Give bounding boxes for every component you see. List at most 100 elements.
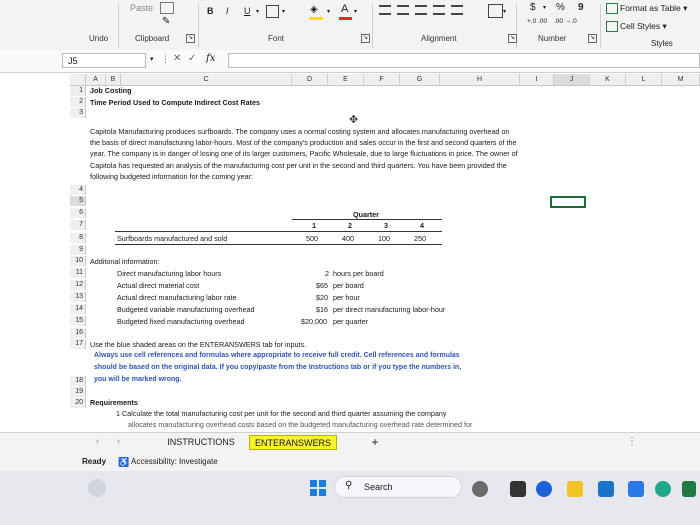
formula-input[interactable] bbox=[228, 53, 700, 68]
percent-button[interactable]: % bbox=[556, 2, 565, 13]
taskbar-search[interactable]: ⚲ Search bbox=[334, 476, 462, 498]
row-header-8[interactable]: 8 bbox=[70, 233, 86, 243]
wrap-text-icon[interactable] bbox=[451, 5, 463, 15]
copy-icon[interactable] bbox=[160, 2, 174, 14]
borders-icon[interactable] bbox=[266, 5, 279, 18]
currency-button[interactable]: $ bbox=[530, 2, 536, 13]
fill-color-icon[interactable]: ◈ bbox=[310, 4, 318, 15]
chevron-down-icon[interactable]: ▾ bbox=[543, 4, 546, 11]
column-header-l[interactable]: L bbox=[626, 74, 662, 85]
row-header-11[interactable]: 11 bbox=[70, 268, 86, 278]
font-launcher-icon[interactable]: ↘ bbox=[361, 34, 370, 43]
add-sheet-button[interactable]: + bbox=[366, 435, 384, 450]
selected-cell[interactable] bbox=[550, 196, 586, 208]
more-tabs-icon[interactable]: ⋮ bbox=[627, 436, 637, 447]
info-value-5: $20,000 bbox=[301, 317, 327, 326]
row-header-18[interactable]: 18 bbox=[70, 376, 86, 386]
underline-button[interactable]: U bbox=[244, 6, 251, 16]
edge-icon[interactable] bbox=[655, 481, 671, 497]
row-header-2[interactable]: 2 bbox=[70, 97, 86, 107]
more-options-icon[interactable]: ⋮ bbox=[161, 54, 170, 65]
widget-icon[interactable] bbox=[472, 481, 488, 497]
column-header-c[interactable]: C bbox=[121, 74, 292, 85]
decrease-decimal-button[interactable]: .00 →.0 bbox=[554, 18, 577, 25]
row-header-15[interactable]: 15 bbox=[70, 316, 86, 326]
app-icon[interactable] bbox=[88, 479, 106, 497]
windows-start-icon[interactable] bbox=[310, 480, 326, 496]
cursor-icon: ✥ bbox=[349, 114, 359, 126]
indent-icon[interactable] bbox=[433, 5, 445, 15]
requirement-1a: 1 Calculate the total manufacturing cost… bbox=[116, 409, 447, 418]
enter-icon[interactable]: ✓ bbox=[188, 53, 196, 64]
row-header-19[interactable]: 19 bbox=[70, 387, 86, 397]
column-header-h[interactable]: H bbox=[440, 74, 520, 85]
chevron-down-icon[interactable]: ▾ bbox=[282, 8, 285, 15]
align-middle-icon[interactable] bbox=[397, 5, 409, 15]
row-header-3[interactable]: 3 bbox=[70, 108, 86, 118]
row-header-6[interactable]: 6 bbox=[70, 208, 86, 218]
excel-icon[interactable] bbox=[682, 481, 696, 497]
cell-styles-icon[interactable] bbox=[606, 21, 618, 32]
clipboard-launcher-icon[interactable]: ↘ bbox=[186, 34, 195, 43]
cell-styles-button[interactable]: Cell Styles ▾ bbox=[620, 21, 667, 32]
chevron-down-icon[interactable]: ▾ bbox=[503, 8, 506, 15]
mail-icon[interactable] bbox=[628, 481, 644, 497]
insert-function-button[interactable]: fx bbox=[206, 53, 215, 64]
align-top-icon[interactable] bbox=[379, 5, 391, 15]
format-as-table-button[interactable]: Format as Table ▾ bbox=[620, 3, 687, 14]
increase-decimal-button[interactable]: +.0 .00 bbox=[527, 18, 547, 25]
italic-button[interactable]: I bbox=[226, 6, 229, 16]
comma-style-button[interactable]: 9 bbox=[578, 2, 584, 13]
row-header-17[interactable]: 17 bbox=[70, 339, 86, 349]
column-header-e[interactable]: E bbox=[328, 74, 364, 85]
status-ready: Ready bbox=[82, 457, 107, 466]
chat-icon[interactable] bbox=[536, 481, 552, 497]
column-header-j[interactable]: J bbox=[554, 74, 590, 85]
tab-enteranswers[interactable]: ENTERANSWERS bbox=[249, 435, 337, 450]
row-header-10[interactable]: 10 bbox=[70, 256, 86, 266]
row-header-7[interactable]: 7 bbox=[70, 220, 86, 230]
column-header-a[interactable]: A bbox=[86, 74, 106, 85]
tab-instructions[interactable]: INSTRUCTIONS bbox=[160, 435, 242, 450]
accessibility-status[interactable]: Accessibility: Investigate bbox=[131, 453, 218, 471]
column-header-m[interactable]: M bbox=[662, 74, 700, 85]
align-bottom-icon[interactable] bbox=[415, 5, 427, 15]
chevron-down-icon[interactable]: ▾ bbox=[327, 8, 330, 15]
row-header-20[interactable]: 20 bbox=[70, 398, 86, 408]
row-header-9[interactable]: 9 bbox=[70, 245, 86, 255]
surfboards-q4: 250 bbox=[414, 234, 426, 243]
row-header-4[interactable]: 4 bbox=[70, 185, 86, 195]
column-header-b[interactable]: B bbox=[106, 74, 121, 85]
merge-center-icon[interactable] bbox=[488, 4, 503, 18]
previous-sheet-icon[interactable]: ‹ bbox=[96, 436, 99, 446]
font-color-icon[interactable]: A bbox=[341, 3, 348, 15]
number-launcher-icon[interactable]: ↘ bbox=[588, 34, 597, 43]
row-header-1[interactable]: 1 bbox=[70, 86, 86, 96]
row-header-5[interactable]: 5 bbox=[70, 196, 86, 206]
cancel-icon[interactable]: ✕ bbox=[173, 53, 181, 64]
quarter-4: 4 bbox=[420, 221, 424, 230]
select-all-corner[interactable] bbox=[70, 74, 86, 86]
row-header-12[interactable]: 12 bbox=[70, 280, 86, 290]
column-header-k[interactable]: K bbox=[590, 74, 626, 85]
alignment-launcher-icon[interactable]: ↘ bbox=[508, 34, 517, 43]
paste-button[interactable]: Paste bbox=[130, 3, 153, 13]
row-header-13[interactable]: 13 bbox=[70, 292, 86, 302]
bold-button[interactable]: B bbox=[207, 6, 214, 16]
name-box-dropdown-icon[interactable]: ▾ bbox=[150, 55, 154, 63]
column-header-g[interactable]: G bbox=[400, 74, 440, 85]
row-header-14[interactable]: 14 bbox=[70, 304, 86, 314]
format-painter-icon[interactable]: ✎ bbox=[162, 16, 170, 27]
store-icon[interactable] bbox=[598, 481, 614, 497]
next-sheet-icon[interactable]: › bbox=[117, 436, 120, 446]
table-icon[interactable] bbox=[606, 3, 618, 14]
name-box[interactable]: J5 bbox=[62, 53, 146, 68]
column-header-i[interactable]: I bbox=[520, 74, 554, 85]
column-header-f[interactable]: F bbox=[364, 74, 400, 85]
chevron-down-icon[interactable]: ▾ bbox=[256, 8, 259, 15]
row-header-16[interactable]: 16 bbox=[70, 328, 86, 338]
column-header-d[interactable]: D bbox=[292, 74, 328, 85]
task-view-icon[interactable] bbox=[510, 481, 526, 497]
chevron-down-icon[interactable]: ▾ bbox=[354, 8, 357, 15]
file-explorer-icon[interactable] bbox=[567, 481, 583, 497]
